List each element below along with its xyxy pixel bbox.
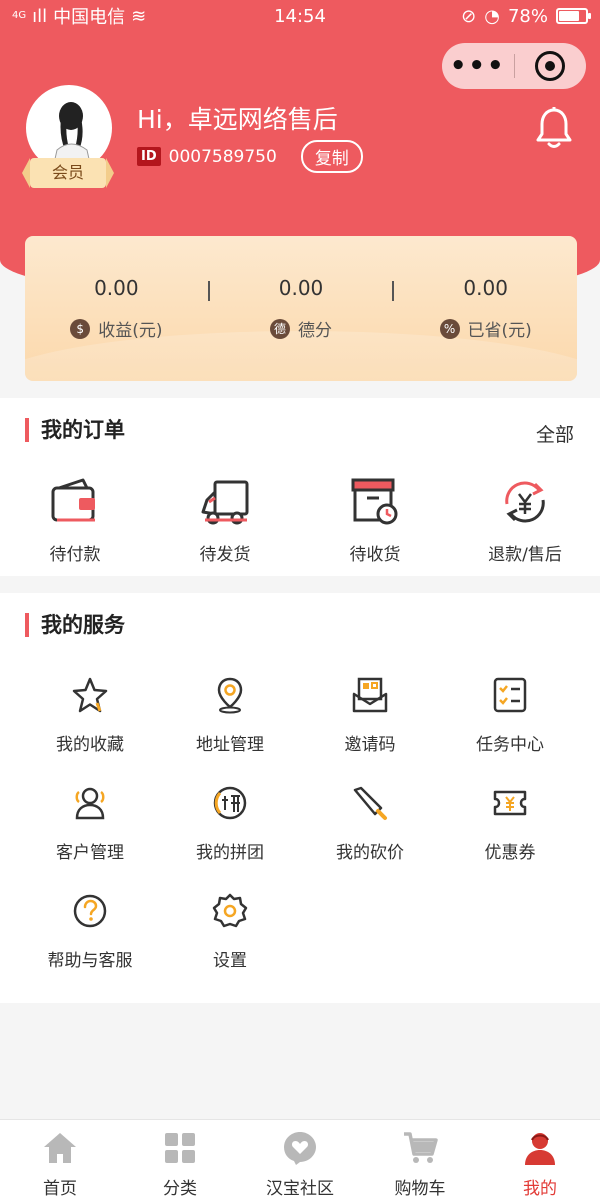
group-buy-icon	[213, 786, 247, 820]
service-label: 优惠券	[484, 843, 536, 863]
network-type: 4G	[12, 10, 27, 21]
order-pending-shipment[interactable]: 待发货	[150, 476, 300, 565]
nav-profile[interactable]: 我的	[480, 1120, 600, 1200]
task-list-icon	[493, 677, 527, 713]
stat-de-points[interactable]: 0.00 德 德分	[210, 276, 393, 341]
orders-title: 我的订单	[25, 418, 125, 442]
refund-icon	[505, 481, 545, 523]
order-label: 待收货	[349, 545, 401, 565]
order-pending-receipt[interactable]: 待收货	[300, 476, 450, 565]
service-bargain[interactable]: 我的砍价	[300, 784, 440, 892]
vibrate-icon: ⊘	[461, 5, 477, 27]
community-heart-icon	[284, 1132, 316, 1165]
service-label: 帮助与客服	[47, 951, 133, 971]
service-group-buy[interactable]: 我的拼团	[160, 784, 300, 892]
user-greeting: Hi，卓远网络售后	[137, 105, 338, 134]
carrier-name: 中国电信	[53, 7, 126, 28]
stat-earnings[interactable]: 0.00 $ 收益(元)	[25, 276, 208, 341]
service-label: 客户管理	[56, 843, 124, 863]
nav-community[interactable]: 汉宝社区	[240, 1120, 360, 1200]
bargain-knife-icon	[353, 786, 387, 820]
battery-icon	[556, 8, 591, 24]
user-id: 0007589750	[168, 146, 277, 167]
wifi-icon: ≋	[131, 5, 147, 27]
profile-icon	[525, 1133, 555, 1165]
order-label: 待付款	[49, 545, 101, 565]
nav-home[interactable]: 首页	[0, 1120, 120, 1200]
bell-icon[interactable]	[536, 106, 572, 150]
member-badge: 会员	[22, 158, 114, 188]
nav-label: 首页	[43, 1179, 77, 1199]
signal-icon: ıll	[32, 5, 48, 27]
service-invite-code[interactable]: 邀请码	[300, 676, 440, 784]
service-help[interactable]: 帮助与客服	[20, 892, 160, 1000]
location-pin-icon	[217, 677, 243, 714]
nav-label: 我的	[523, 1179, 557, 1199]
service-label: 地址管理	[196, 735, 264, 755]
battery-percent: 78%	[507, 5, 548, 27]
service-label: 任务中心	[476, 735, 544, 755]
price-tag-icon: %	[439, 318, 460, 339]
order-refund[interactable]: 退款/售后	[450, 476, 600, 565]
nav-category[interactable]: 分类	[120, 1120, 240, 1200]
service-favorites[interactable]: 我的收藏	[20, 676, 160, 784]
bottom-nav: 首页 分类 汉宝社区 购物车 我的	[0, 1119, 600, 1200]
help-icon	[73, 894, 107, 928]
money-bag-icon: $	[70, 318, 91, 339]
customers-icon	[75, 787, 105, 820]
service-label: 我的收藏	[56, 735, 124, 755]
stat-label: 收益(元)	[98, 321, 163, 341]
de-points-icon: 德	[270, 318, 290, 339]
service-coupons[interactable]: 优惠券	[440, 784, 580, 892]
coupon-icon	[493, 790, 527, 816]
stat-label: 已省(元)	[467, 321, 532, 341]
star-icon	[72, 677, 108, 713]
order-pending-payment[interactable]: 待付款	[0, 476, 150, 565]
nav-label: 汉宝社区	[266, 1179, 334, 1199]
stat-value: 0.00	[94, 276, 139, 300]
services-title: 我的服务	[25, 613, 125, 637]
stats-card: 0.00 $ 收益(元) 0.00 德 德分 0.00 % 已省(元)	[25, 236, 577, 381]
services-section: 我的服务 我的收藏 地址管理 邀请码 任务中心 客户管理 我的拼团 我的砍价 优…	[0, 593, 600, 1003]
stat-value: 0.00	[463, 276, 508, 300]
user-id-row: ID 0007589750 复制	[137, 140, 363, 173]
more-dots-icon[interactable]: •••	[442, 43, 514, 89]
rotation-lock-icon: ◔	[484, 5, 500, 27]
stat-value: 0.00	[278, 276, 324, 300]
invite-qr-icon	[352, 677, 388, 713]
service-customers[interactable]: 客户管理	[20, 784, 160, 892]
nav-label: 分类	[163, 1179, 197, 1199]
target-icon	[535, 51, 566, 81]
service-address[interactable]: 地址管理	[160, 676, 300, 784]
settings-gear-icon	[212, 893, 248, 928]
nav-label: 购物车	[394, 1179, 446, 1199]
service-label: 我的拼团	[196, 843, 264, 863]
order-label: 退款/售后	[488, 545, 562, 565]
status-time: 14:54	[274, 5, 326, 27]
nav-cart[interactable]: 购物车	[360, 1120, 480, 1200]
stat-saved[interactable]: 0.00 % 已省(元)	[394, 276, 577, 341]
status-bar: 4G ıll 中国电信 ≋ 14:54 ⊘ ◔ 78%	[0, 0, 600, 32]
stat-label: 德分	[298, 321, 332, 341]
truck-icon	[201, 480, 249, 525]
see-all-orders-link[interactable]: 全部	[536, 420, 574, 447]
id-tag: ID	[137, 147, 161, 166]
service-label: 设置	[213, 951, 247, 971]
grid-icon	[165, 1133, 195, 1163]
order-label: 待发货	[199, 545, 251, 565]
close-miniprogram-button[interactable]	[515, 51, 587, 81]
cart-icon	[404, 1132, 438, 1163]
service-label: 我的砍价	[336, 843, 404, 863]
orders-section: 我的订单 全部 待付款 待发货 待收货 退款/售后	[0, 398, 600, 576]
home-icon	[44, 1133, 76, 1163]
wallet-icon	[51, 478, 95, 522]
package-clock-icon	[351, 478, 398, 525]
service-label: 邀请码	[344, 735, 396, 755]
copy-id-button[interactable]: 复制	[300, 140, 363, 173]
service-settings[interactable]: 设置	[160, 892, 300, 1000]
miniprogram-capsule: •••	[442, 43, 586, 89]
service-task-center[interactable]: 任务中心	[440, 676, 580, 784]
